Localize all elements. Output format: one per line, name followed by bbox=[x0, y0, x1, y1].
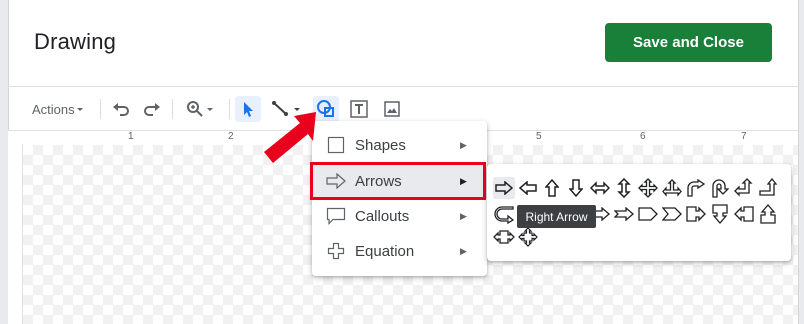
plus-icon bbox=[326, 242, 346, 260]
square-icon bbox=[326, 136, 346, 154]
toolbar-divider bbox=[100, 99, 101, 119]
textbox-tool-button[interactable] bbox=[346, 96, 372, 122]
quad-arrow-icon[interactable] bbox=[637, 177, 659, 199]
notched-right-arrow-icon[interactable] bbox=[613, 203, 635, 225]
ruler-number: 2 bbox=[228, 131, 234, 142]
left-right-up-arrow-icon[interactable] bbox=[661, 177, 683, 199]
vertical-ruler bbox=[8, 144, 23, 324]
dialog-title: Drawing bbox=[34, 29, 117, 54]
zoom-button[interactable] bbox=[182, 96, 218, 122]
annotation-highlight-box bbox=[310, 162, 486, 200]
undo-button[interactable] bbox=[110, 96, 132, 122]
right-arrow-icon[interactable] bbox=[493, 177, 515, 199]
right-arrow-callout-icon[interactable] bbox=[685, 203, 707, 225]
toolbar-divider bbox=[172, 99, 173, 119]
undo-icon bbox=[113, 103, 129, 116]
left-right-arrow-callout-icon[interactable] bbox=[493, 226, 515, 248]
up-down-arrow-icon[interactable] bbox=[613, 177, 635, 199]
chevron-down-icon bbox=[207, 108, 213, 111]
submenu-arrow-icon: ▶ bbox=[460, 139, 467, 150]
ruler-number: 1 bbox=[128, 131, 134, 142]
up-arrow-icon[interactable] bbox=[541, 177, 563, 199]
header-divider bbox=[8, 86, 798, 87]
left-right-arrow-icon[interactable] bbox=[589, 177, 611, 199]
chevron-down-icon bbox=[76, 108, 83, 111]
menu-item-label: Shapes bbox=[355, 136, 406, 154]
up-arrow-callout-icon[interactable] bbox=[757, 203, 779, 225]
quad-arrow-callout-icon[interactable] bbox=[517, 226, 539, 248]
annotation-red-arrow-icon bbox=[264, 112, 316, 163]
ruler-number: 5 bbox=[536, 131, 542, 142]
redo-icon bbox=[144, 103, 160, 116]
zoom-icon bbox=[187, 101, 203, 117]
menu-item-label: Callouts bbox=[355, 207, 410, 225]
curved-arrow-icon[interactable] bbox=[493, 203, 515, 225]
image-tool-button[interactable] bbox=[379, 96, 405, 122]
left-up-arrow-icon[interactable] bbox=[733, 177, 755, 199]
down-arrow-icon[interactable] bbox=[565, 177, 587, 199]
menu-item-callouts[interactable]: Callouts ▶ bbox=[312, 199, 487, 233]
pentagon-icon[interactable] bbox=[637, 203, 659, 225]
bent-up-arrow-icon[interactable] bbox=[757, 177, 779, 199]
redo-button[interactable] bbox=[141, 96, 163, 122]
ruler-number: 7 bbox=[741, 131, 747, 142]
submenu-arrow-icon: ▶ bbox=[460, 245, 467, 256]
menu-item-equation[interactable]: Equation ▶ bbox=[312, 234, 487, 268]
window-right-edge bbox=[798, 0, 804, 324]
save-and-close-button[interactable]: Save and Close bbox=[605, 23, 772, 62]
ruler-number: 6 bbox=[640, 131, 646, 142]
right-arrow-tooltip: Right Arrow bbox=[517, 205, 596, 228]
toolbar-divider bbox=[229, 99, 230, 119]
textbox-icon bbox=[350, 100, 368, 118]
menu-item-shapes[interactable]: Shapes ▶ bbox=[312, 128, 487, 162]
left-arrow-icon[interactable] bbox=[517, 177, 539, 199]
down-arrow-callout-icon[interactable] bbox=[709, 203, 731, 225]
left-arrow-callout-icon[interactable] bbox=[733, 203, 755, 225]
submenu-arrow-icon: ▶ bbox=[460, 210, 467, 221]
chevron-icon[interactable] bbox=[661, 203, 683, 225]
bent-arrow-icon[interactable] bbox=[685, 177, 707, 199]
actions-label: Actions bbox=[32, 101, 75, 117]
callout-icon bbox=[326, 207, 346, 225]
menu-item-label: Equation bbox=[355, 242, 415, 260]
actions-menu-button[interactable]: Actions bbox=[32, 96, 85, 122]
u-turn-arrow-icon[interactable] bbox=[709, 177, 731, 199]
image-icon bbox=[384, 101, 400, 117]
